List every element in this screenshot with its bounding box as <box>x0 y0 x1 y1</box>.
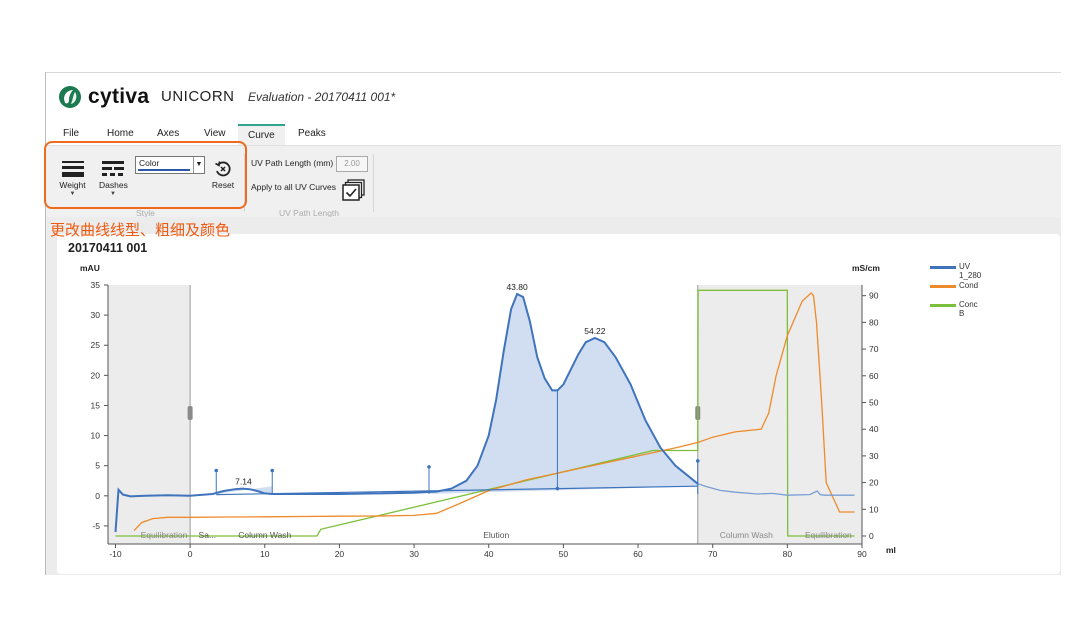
uv-path-input[interactable]: 2.00 <box>336 156 368 172</box>
legend-label: Conc B <box>959 300 978 318</box>
legend-swatch <box>930 266 956 269</box>
chromatogram-panel: 20170411 001 <box>57 234 1060 574</box>
title-bar: cytiva UNICORN Evaluation - 20170411 001… <box>46 73 1061 121</box>
tab-home[interactable]: Home <box>107 128 134 139</box>
document-title: Evaluation - 20170411 001* <box>248 90 396 104</box>
legend-label: UV 1_280 <box>959 262 982 280</box>
group-divider <box>373 154 374 212</box>
tab-peaks[interactable]: Peaks <box>298 128 326 139</box>
cytiva-logo-icon <box>59 86 81 108</box>
legend-swatch <box>930 285 956 288</box>
legend-label: Cond <box>959 281 979 290</box>
apply-all-label: Apply to all UV Curves <box>251 182 337 192</box>
chart-title: 20170411 001 <box>68 241 148 255</box>
uv-path-label: UV Path Length (mm) <box>251 158 334 168</box>
app-name: UNICORN <box>161 88 235 105</box>
apply-all-checkbox-icon[interactable] <box>342 179 366 201</box>
tab-file[interactable]: File <box>63 128 79 139</box>
legend-swatch <box>930 304 956 307</box>
workspace: 20170411 001 <box>46 217 1061 575</box>
tab-axes[interactable]: Axes <box>157 128 179 139</box>
brand-name: cytiva <box>88 85 150 108</box>
annotation-text: 更改曲线线型、粗细及颜色 <box>50 221 231 239</box>
annotation-highlight-box <box>44 141 247 209</box>
tab-view[interactable]: View <box>204 128 226 139</box>
